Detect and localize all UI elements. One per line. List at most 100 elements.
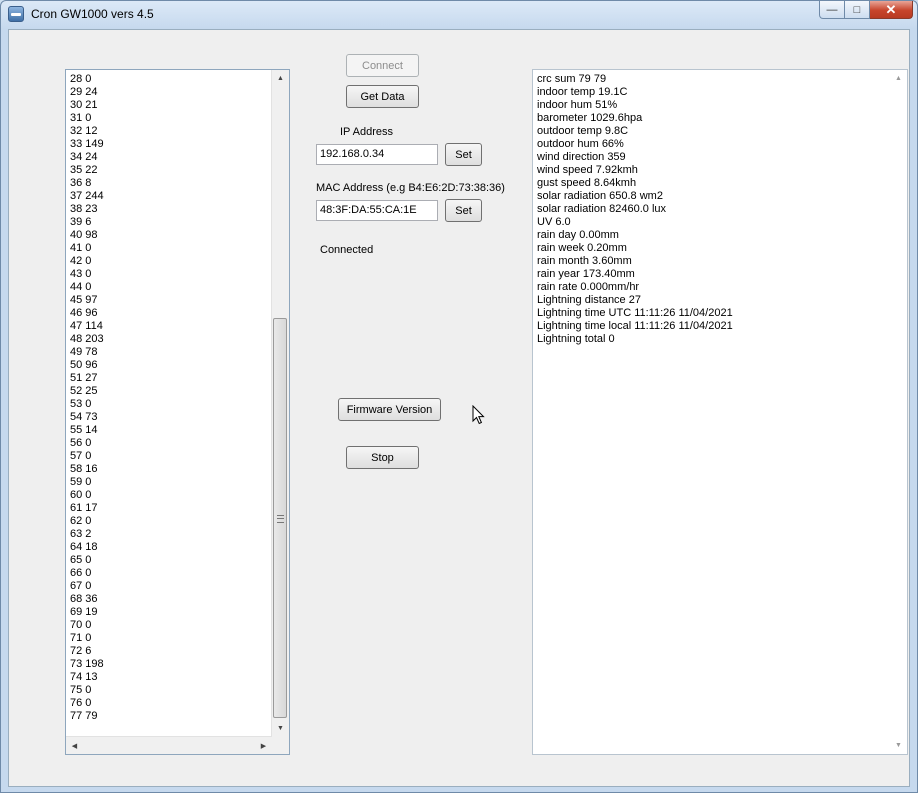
list-item[interactable]: 34 24 — [70, 151, 104, 164]
list-item[interactable]: 59 0 — [70, 476, 104, 489]
data-line: solar radiation 650.8 wm2 — [537, 190, 663, 202]
firmware-version-button[interactable]: Firmware Version — [338, 398, 441, 421]
close-icon: ✕ — [885, 1, 897, 17]
list-item[interactable]: 76 0 — [70, 697, 104, 710]
weather-data-scrollbar[interactable]: ▲ ▼ — [890, 70, 907, 754]
minimize-button[interactable]: — — [819, 1, 845, 19]
list-item[interactable]: 29 24 — [70, 86, 104, 99]
list-item[interactable]: 62 0 — [70, 515, 104, 528]
list-item[interactable]: 58 16 — [70, 463, 104, 476]
title-bar[interactable]: Cron GW1000 vers 4.5 — □ ✕ — [1, 1, 918, 29]
window-controls: — □ ✕ — [819, 1, 913, 20]
list-item[interactable]: 53 0 — [70, 398, 104, 411]
scroll-up-arrow-icon[interactable]: ▲ — [890, 70, 907, 87]
stop-button[interactable]: Stop — [346, 446, 419, 469]
scrollbar-corner — [272, 737, 289, 754]
list-item[interactable]: 64 18 — [70, 541, 104, 554]
list-item[interactable]: 61 17 — [70, 502, 104, 515]
list-item[interactable]: 65 0 — [70, 554, 104, 567]
list-item[interactable]: 43 0 — [70, 268, 104, 281]
data-line: outdoor hum 66% — [537, 138, 624, 150]
list-item[interactable]: 57 0 — [70, 450, 104, 463]
list-item[interactable]: 67 0 — [70, 580, 104, 593]
list-item[interactable]: 50 96 — [70, 359, 104, 372]
list-item[interactable]: 45 97 — [70, 294, 104, 307]
list-item[interactable]: 46 96 — [70, 307, 104, 320]
data-line: Lightning time UTC 11:11:26 11/04/2021 — [537, 307, 733, 319]
mac-address-input[interactable]: 48:3F:DA:55:CA:1E — [316, 200, 438, 221]
data-line: rain month 3.60mm — [537, 255, 632, 267]
list-item[interactable]: 75 0 — [70, 684, 104, 697]
list-item[interactable]: 32 12 — [70, 125, 104, 138]
list-item[interactable]: 33 149 — [70, 138, 104, 151]
connect-button[interactable]: Connect — [346, 54, 419, 77]
weather-data-textbox[interactable]: crc sum 79 79 indoor temp 19.1C indoor hum… — [532, 69, 908, 755]
list-item[interactable]: 28 0 — [70, 73, 104, 86]
list-item[interactable]: 73 198 — [70, 658, 104, 671]
list-item[interactable]: 42 0 — [70, 255, 104, 268]
data-line: outdoor temp 9.8C — [537, 125, 629, 137]
data-line: indoor hum 51% — [537, 99, 618, 111]
set-mac-button[interactable]: Set — [445, 199, 482, 222]
scroll-down-arrow-icon[interactable]: ▼ — [272, 720, 289, 737]
data-line: barometer 1029.6hpa — [537, 112, 643, 124]
list-item[interactable]: 30 21 — [70, 99, 104, 112]
data-line: wind speed 7.92kmh — [537, 164, 638, 176]
data-line: UV 6.0 — [537, 216, 571, 228]
register-list[interactable]: 28 0 29 24 30 21 31 0 32 12 33 149 34 24 35 22 3… — [65, 69, 290, 755]
list-item[interactable]: 66 0 — [70, 567, 104, 580]
list-item[interactable]: 74 13 — [70, 671, 104, 684]
mac-address-label: MAC Address (e.g B4:E6:2D:73:38:36) — [316, 182, 505, 194]
list-item[interactable]: 38 23 — [70, 203, 104, 216]
list-item[interactable]: 56 0 — [70, 437, 104, 450]
list-item[interactable]: 35 22 — [70, 164, 104, 177]
app-window: Cron GW1000 vers 4.5 — □ ✕ 28 0 29 24 30 2… — [0, 0, 918, 793]
data-line: rain week 0.20mm — [537, 242, 627, 254]
list-item[interactable]: 44 0 — [70, 281, 104, 294]
data-line: Lightning total 0 — [537, 333, 615, 345]
list-item[interactable]: 63 2 — [70, 528, 104, 541]
list-item[interactable]: 36 8 — [70, 177, 104, 190]
scroll-up-arrow-icon[interactable]: ▲ — [272, 70, 289, 87]
list-item[interactable]: 52 25 — [70, 385, 104, 398]
connection-status: Connected — [320, 244, 374, 256]
list-item[interactable]: 49 78 — [70, 346, 104, 359]
list-item[interactable]: 41 0 — [70, 242, 104, 255]
list-item[interactable]: 51 27 — [70, 372, 104, 385]
data-line: solar radiation 82460.0 lux — [537, 203, 667, 215]
list-item[interactable]: 70 0 — [70, 619, 104, 632]
close-button[interactable]: ✕ — [870, 1, 913, 19]
scroll-left-arrow-icon[interactable]: ◀ — [66, 737, 83, 754]
register-list-items: 28 0 29 24 30 21 31 0 32 12 33 149 34 24 35 22 3… — [70, 73, 104, 723]
grip-icon — [277, 515, 284, 523]
app-icon — [8, 6, 24, 22]
list-item[interactable]: 55 14 — [70, 424, 104, 437]
get-data-button[interactable]: Get Data — [346, 85, 419, 108]
list-item[interactable]: 71 0 — [70, 632, 104, 645]
scroll-down-arrow-icon[interactable]: ▼ — [890, 737, 907, 754]
register-list-horizontal-scrollbar[interactable]: ◀ ▶ — [66, 736, 272, 754]
list-item[interactable]: 37 244 — [70, 190, 104, 203]
register-list-vertical-scrollbar[interactable]: ▲ ▼ — [271, 70, 289, 737]
scroll-right-arrow-icon[interactable]: ▶ — [255, 737, 272, 754]
list-item[interactable]: 40 98 — [70, 229, 104, 242]
data-line: indoor temp 19.1C — [537, 86, 628, 98]
list-item[interactable]: 69 19 — [70, 606, 104, 619]
list-item[interactable]: 60 0 — [70, 489, 104, 502]
scroll-thumb[interactable] — [273, 318, 287, 718]
window-title: Cron GW1000 vers 4.5 — [31, 7, 154, 21]
list-item[interactable]: 68 36 — [70, 593, 104, 606]
set-ip-button[interactable]: Set — [445, 143, 482, 166]
list-item[interactable]: 39 6 — [70, 216, 104, 229]
maximize-icon: □ — [853, 3, 861, 16]
list-item[interactable]: 48 203 — [70, 333, 104, 346]
data-line: rain day 0.00mm — [537, 229, 619, 241]
list-item[interactable]: 31 0 — [70, 112, 104, 125]
list-item[interactable]: 54 73 — [70, 411, 104, 424]
maximize-button[interactable]: □ — [845, 1, 870, 19]
list-item[interactable]: 72 6 — [70, 645, 104, 658]
ip-address-input[interactable]: 192.168.0.34 — [316, 144, 438, 165]
list-item[interactable]: 77 79 — [70, 710, 104, 723]
data-line: Lightning distance 27 — [537, 294, 641, 306]
list-item[interactable]: 47 114 — [70, 320, 104, 333]
